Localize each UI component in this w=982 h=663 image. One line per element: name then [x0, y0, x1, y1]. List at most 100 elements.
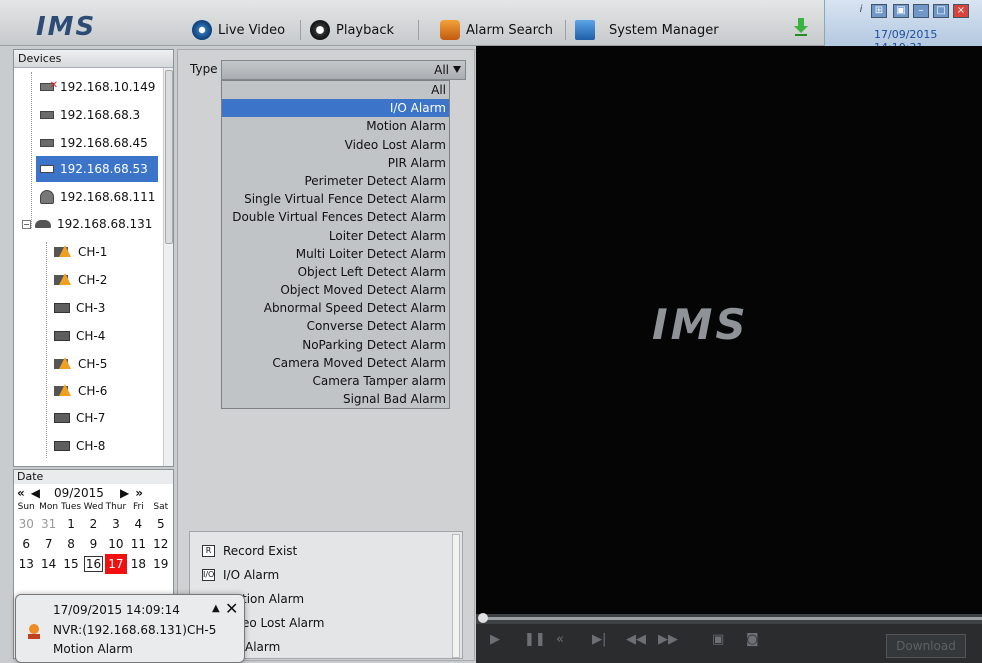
- prev-month-icon[interactable]: ◀: [31, 486, 40, 500]
- dropdown-option[interactable]: Perimeter Detect Alarm: [222, 172, 449, 190]
- legend-scrollbar[interactable]: [452, 534, 460, 658]
- live-video-icon: [192, 20, 212, 40]
- calendar-day[interactable]: 18: [127, 554, 149, 574]
- pause-icon[interactable]: ❚❚: [524, 632, 546, 647]
- dropdown-option[interactable]: Object Moved Detect Alarm: [222, 281, 449, 299]
- tab-playback[interactable]: Playback: [310, 18, 394, 42]
- slow-icon[interactable]: «: [556, 632, 564, 647]
- dropdown-option[interactable]: NoParking Detect Alarm: [222, 336, 449, 354]
- calendar-day[interactable]: 1: [60, 514, 82, 534]
- step-icon[interactable]: ▶|: [592, 632, 606, 647]
- channel-item[interactable]: CH-7: [54, 405, 105, 431]
- dropdown-option[interactable]: Abnormal Speed Detect Alarm: [222, 299, 449, 317]
- layout-icon[interactable]: ⊞: [871, 4, 887, 18]
- calendar-day[interactable]: 3: [105, 514, 127, 534]
- tab-alarm-search[interactable]: Alarm Search: [440, 18, 553, 42]
- legend-item: Alarm: [245, 640, 280, 654]
- type-select[interactable]: All: [221, 60, 466, 80]
- dropdown-option[interactable]: Video Lost Alarm: [222, 136, 449, 154]
- calendar-day[interactable]: 13: [15, 554, 37, 574]
- calendar-day[interactable]: 14: [37, 554, 59, 574]
- tab-system-manager[interactable]: System Manager: [575, 18, 719, 42]
- next-year-icon[interactable]: »: [135, 486, 143, 500]
- calendar-day[interactable]: 4: [127, 514, 149, 534]
- channel-item[interactable]: CH-1: [54, 239, 107, 265]
- record-exist-icon: R: [202, 545, 215, 557]
- device-item[interactable]: 192.168.68.111: [40, 184, 155, 210]
- dropdown-option[interactable]: Double Virtual Fences Detect Alarm: [222, 208, 449, 226]
- calendar-day[interactable]: 31: [37, 514, 59, 534]
- warning-channel-icon: [54, 357, 72, 371]
- device-item[interactable]: 192.168.68.3: [40, 102, 140, 128]
- rewind-icon[interactable]: ◀◀: [626, 632, 646, 647]
- legend-item: R Record Exist: [202, 544, 297, 558]
- dropdown-option[interactable]: Object Left Detect Alarm: [222, 263, 449, 281]
- devices-scrollbar[interactable]: [163, 68, 173, 466]
- calendar-day-today[interactable]: 16: [82, 554, 104, 574]
- calendar-day[interactable]: 6: [15, 534, 37, 554]
- fast-forward-icon[interactable]: ▶▶: [658, 632, 678, 647]
- channel-item[interactable]: CH-6: [54, 378, 107, 404]
- dropdown-option[interactable]: PIR Alarm: [222, 154, 449, 172]
- dropdown-option[interactable]: Motion Alarm: [222, 117, 449, 135]
- play-icon[interactable]: ▶: [490, 632, 500, 647]
- month-label: 09/2015: [54, 486, 104, 500]
- devices-title: Devices: [14, 50, 173, 68]
- close-icon[interactable]: ×: [953, 4, 969, 18]
- channel-item[interactable]: CH-2: [54, 267, 107, 293]
- dropdown-option-selected[interactable]: I/O Alarm: [222, 99, 449, 118]
- alarm-device: NVR:(192.168.68.131)CH-5: [53, 623, 217, 637]
- camera-icon: [40, 139, 54, 147]
- calendar-day[interactable]: 8: [60, 534, 82, 554]
- device-item[interactable]: − 192.168.68.131: [22, 211, 152, 237]
- calendar-day[interactable]: 12: [150, 534, 172, 554]
- system-manager-icon: [575, 20, 595, 40]
- legend-label: I/O Alarm: [223, 568, 280, 582]
- channel-item[interactable]: CH-8: [54, 433, 105, 459]
- type-dropdown-list: All I/O Alarm Motion Alarm Video Lost Al…: [221, 80, 450, 409]
- device-item-selected[interactable]: 192.168.68.53: [36, 156, 158, 182]
- dropdown-option[interactable]: Loiter Detect Alarm: [222, 227, 449, 245]
- calendar-day[interactable]: 15: [60, 554, 82, 574]
- collapse-icon[interactable]: ▲: [212, 603, 220, 614]
- progress-track[interactable]: [486, 617, 982, 620]
- dropdown-option[interactable]: Single Virtual Fence Detect Alarm: [222, 190, 449, 208]
- calendar-day[interactable]: 30: [15, 514, 37, 534]
- dow: Sun: [17, 502, 35, 512]
- calendar-day[interactable]: 7: [37, 534, 59, 554]
- dropdown-option[interactable]: Camera Tamper alarm: [222, 372, 449, 390]
- calendar-day-alarm[interactable]: 17: [104, 554, 128, 574]
- tab-live-video[interactable]: Live Video: [192, 18, 285, 42]
- maximize-icon[interactable]: □: [933, 4, 949, 18]
- channel-item[interactable]: CH-5: [54, 351, 107, 377]
- close-icon[interactable]: ✕: [225, 599, 238, 618]
- channel-item[interactable]: CH-3: [54, 295, 105, 321]
- download-button[interactable]: Download: [886, 634, 966, 658]
- device-item[interactable]: ✕ 192.168.10.149: [40, 74, 155, 100]
- calendar-day[interactable]: 19: [150, 554, 172, 574]
- minimize-icon[interactable]: –: [913, 4, 929, 18]
- expand-icon[interactable]: −: [22, 219, 31, 229]
- device-item[interactable]: 192.168.68.45: [40, 130, 148, 156]
- scroll-thumb[interactable]: [165, 70, 173, 244]
- dropdown-option[interactable]: All: [222, 81, 449, 99]
- progress-knob[interactable]: [478, 613, 488, 623]
- calendar-day[interactable]: 9: [82, 534, 104, 554]
- info-icon[interactable]: i: [853, 4, 869, 18]
- snapshot-icon[interactable]: ◙: [746, 632, 759, 647]
- dropdown-option[interactable]: Converse Detect Alarm: [222, 317, 449, 335]
- calendar-day[interactable]: 2: [82, 514, 104, 534]
- dropdown-option[interactable]: Camera Moved Detect Alarm: [222, 354, 449, 372]
- dropdown-option[interactable]: Multi Loiter Detect Alarm: [222, 245, 449, 263]
- channel-item[interactable]: CH-4: [54, 323, 105, 349]
- dropdown-option[interactable]: Signal Bad Alarm: [222, 390, 449, 408]
- calendar-day[interactable]: 11: [127, 534, 149, 554]
- next-month-icon[interactable]: ▶: [120, 486, 129, 500]
- calendar-day[interactable]: 5: [150, 514, 172, 534]
- lock-icon[interactable]: ▣: [893, 4, 909, 18]
- prev-year-icon[interactable]: «: [17, 486, 25, 500]
- download-arrow-icon[interactable]: [793, 18, 809, 36]
- calendar-day[interactable]: 10: [105, 534, 127, 554]
- fullscreen-icon[interactable]: ▣: [712, 632, 724, 647]
- device-label: 192.168.68.3: [60, 108, 141, 122]
